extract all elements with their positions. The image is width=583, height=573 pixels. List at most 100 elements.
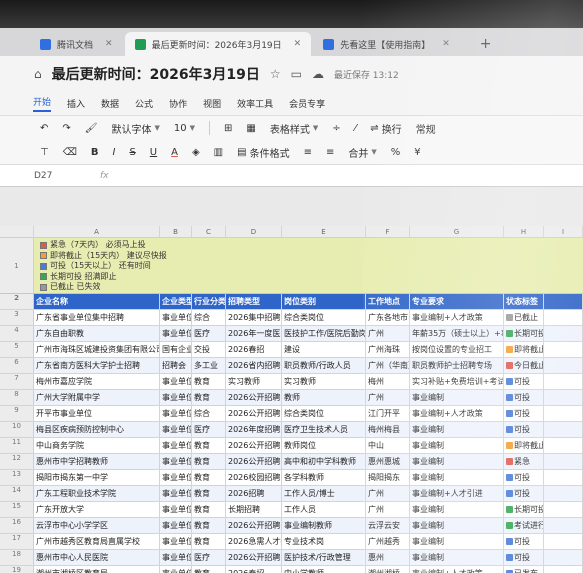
table-cell[interactable]: 医疗 [192,550,226,565]
table-cell[interactable]: 医技护工作/医院后勤岗 [282,326,366,341]
row-number[interactable]: 2 [0,294,34,309]
header-cell[interactable]: 状态标签 [504,294,544,309]
table-cell[interactable] [544,534,583,549]
column-header[interactable]: H [504,226,544,237]
table-cell[interactable]: 工作人员 [282,502,366,517]
table-cell[interactable]: 专业技术岗 [282,534,366,549]
table-cell[interactable] [544,326,583,341]
table-cell[interactable]: 广州大学附属中学 [34,390,160,405]
column-header[interactable]: G [410,226,504,237]
eraser-icon[interactable]: ⌫ [63,147,77,158]
column-header[interactable]: F [366,226,410,237]
row-number[interactable]: 9 [0,406,34,421]
table-cell[interactable]: 梅州 [366,374,410,389]
table-cell[interactable]: 广州市越秀区教育局直属学校 [34,534,160,549]
column-header[interactable]: D [226,226,282,237]
table-cell[interactable]: 事业单位 [160,406,192,421]
underline-icon[interactable]: U [150,147,157,158]
table-cell[interactable] [544,390,583,405]
table-cell[interactable]: 惠州市中学招聘教师 [34,454,160,469]
status-cell[interactable]: 即将截止 [504,438,544,453]
font-size-select[interactable]: 10 ▼ [174,123,195,134]
table-cell[interactable]: 广州海珠 [366,342,410,357]
table-cell[interactable]: 2026公开招聘 [226,390,282,405]
row-number[interactable]: 16 [0,518,34,533]
table-cell[interactable]: 潮州湘桥 [366,566,410,573]
table-cell[interactable]: 广州 [366,326,410,341]
table-cell[interactable] [544,550,583,565]
table-cell[interactable]: 2026年一度医院 [226,326,282,341]
font-select[interactable]: 默认字体 ▼ [111,121,159,136]
table-cell[interactable] [544,310,583,325]
table-cell[interactable]: 职员教师护士招聘专场 [410,358,504,373]
table-cell[interactable]: 广东省南方医科大学护士招聘 [34,358,160,373]
table-cell[interactable]: 教育 [192,390,226,405]
fill-color-icon[interactable]: ◈ [192,147,200,158]
status-cell[interactable]: 可投 [504,470,544,485]
table-cell[interactable] [544,454,583,469]
table-cell[interactable]: 教育 [192,518,226,533]
table-cell[interactable]: 事业单位 [160,470,192,485]
table-cell[interactable]: 事业单位 [160,326,192,341]
table-cell[interactable]: 医疗 [192,422,226,437]
number-format-select[interactable]: 常规 [416,121,436,136]
row-number[interactable]: 15 [0,502,34,517]
menu-data[interactable]: 数据 [101,97,119,110]
close-icon[interactable]: ✕ [442,39,450,49]
align-left-icon[interactable]: ≡ [304,147,312,158]
table-cell[interactable]: 中小学教师 [282,566,366,573]
status-cell[interactable]: 可投 [504,390,544,405]
menu-collab[interactable]: 协作 [169,97,187,110]
table-cell[interactable]: 2026集中招聘 [226,310,282,325]
table-cell[interactable]: 广东开放大学 [34,502,160,517]
table-cell[interactable]: 教育 [192,502,226,517]
row-number[interactable]: 10 [0,422,34,437]
table-cell[interactable] [544,358,583,373]
table-cell[interactable]: 2026年度招聘 [226,422,282,437]
table-cell[interactable]: 2026春招 [226,342,282,357]
table-cell[interactable]: 各学科教师 [282,470,366,485]
table-cell[interactable]: 事业单位 [160,550,192,565]
column-header[interactable]: E [282,226,366,237]
table-cell[interactable]: 按岗位设置的专业招工 [410,342,504,357]
table-cell[interactable]: 实习教师 [226,374,282,389]
table-cell[interactable]: 惠州惠城 [366,454,410,469]
menu-formula[interactable]: 公式 [135,97,153,110]
menu-insert[interactable]: 插入 [67,97,85,110]
table-cell[interactable]: 事业单位 [160,486,192,501]
table-cell[interactable]: 工作人员/博士 [282,486,366,501]
table-cell[interactable]: 广州市海珠区城建投资集团有限公司 [34,342,160,357]
cond-format-button[interactable]: ▤ 条件格式 [237,145,289,160]
header-cell[interactable]: 行业分类 [192,294,226,309]
table-cell[interactable]: 2026急需人才招聘 [226,534,282,549]
table-cell[interactable]: 广州（华南） [366,358,410,373]
table-cell[interactable]: 事业单位 [160,438,192,453]
table-cell[interactable]: 交投 [192,342,226,357]
table-cell[interactable]: 开平市事业单位 [34,406,160,421]
table-cell[interactable]: 综合 [192,310,226,325]
table-cell[interactable]: 揭阳揭东 [366,470,410,485]
menu-member[interactable]: 会员专享 [289,97,325,110]
row-number[interactable]: 8 [0,390,34,405]
table-cell[interactable]: 事业编制+人才政策 [410,406,504,421]
table-cell[interactable] [544,486,583,501]
browser-tab-sheet[interactable]: 最后更新时间：2026年3月19日 ✕ [124,32,312,56]
table-cell[interactable]: 广东自由职教 [34,326,160,341]
row-number[interactable]: 1 [0,238,34,293]
table-cell[interactable]: 云浮市中心小学学区 [34,518,160,533]
table-cell[interactable] [544,470,583,485]
row-number[interactable]: 5 [0,342,34,357]
column-header[interactable]: C [192,226,226,237]
status-cell[interactable]: 已发布 [504,566,544,573]
table-cell[interactable] [544,422,583,437]
table-cell[interactable]: 潮州市湘桥区教育局 [34,566,160,573]
table-cell[interactable]: 广东工程职业技术学院 [34,486,160,501]
close-icon[interactable]: ✕ [105,39,113,49]
cell-reference[interactable]: D27 [0,171,60,181]
table-cell[interactable]: 事业编制 [410,438,504,453]
table-cell[interactable]: 事业编制 [410,470,504,485]
header-cell[interactable]: 招聘类型 [226,294,282,309]
table-cell[interactable]: 教师 [282,390,366,405]
border-icon[interactable]: ⊞ [224,123,232,134]
table-cell[interactable]: 2026校园招聘 [226,470,282,485]
